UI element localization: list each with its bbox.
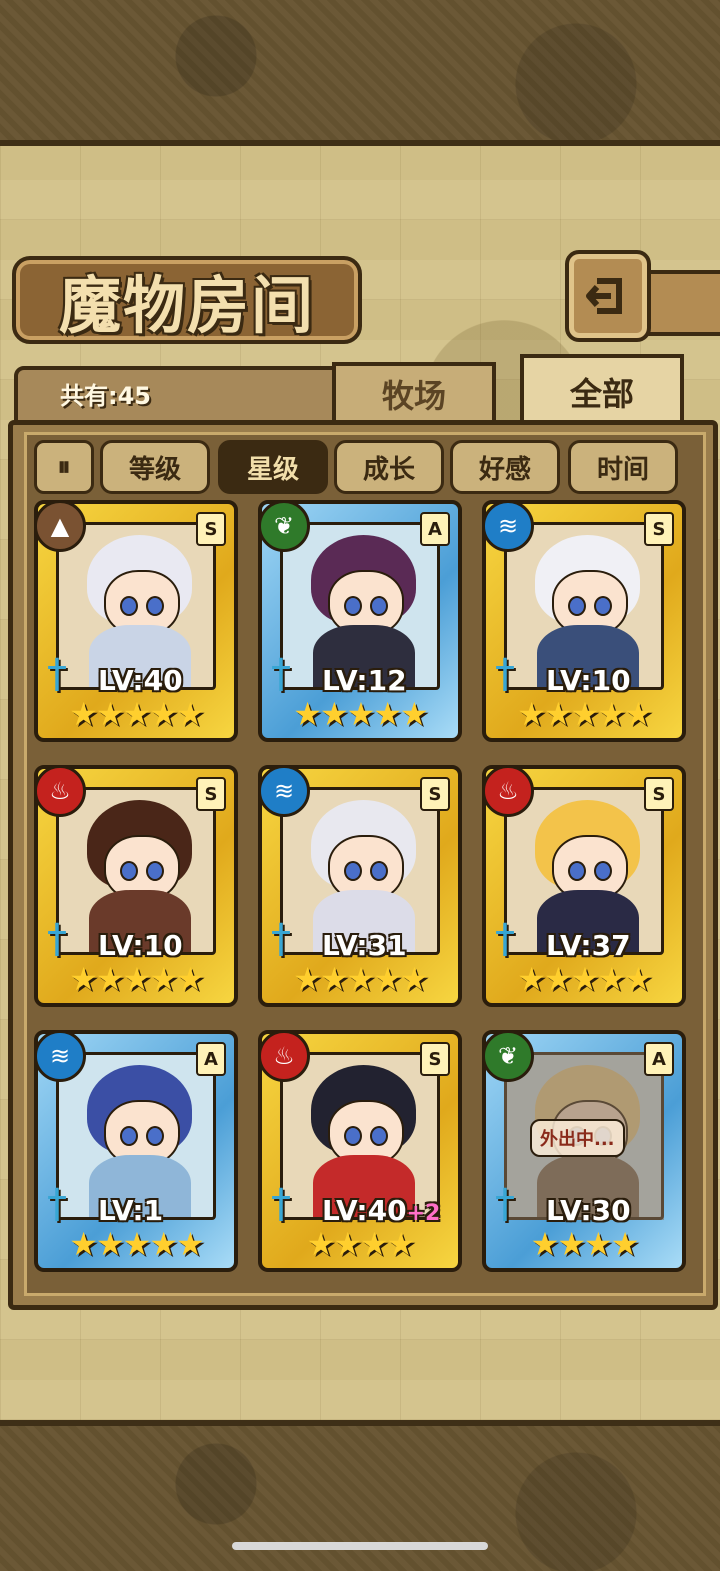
monster-eye xyxy=(146,861,164,881)
monster-card[interactable]: ≋ A † LV:1 ★★★★★ xyxy=(34,1030,238,1272)
sort-level-button[interactable]: 等级 xyxy=(100,440,210,494)
level-value: LV:10 xyxy=(546,664,631,697)
monster-card[interactable]: ▲ S † LV:40 ★★★★★ xyxy=(34,500,238,742)
monster-eye xyxy=(344,1126,362,1146)
rank-badge: A xyxy=(196,1042,226,1076)
level-value: LV:37 xyxy=(546,929,631,962)
mountain-icon: ▲ xyxy=(34,500,86,552)
sort-star-label: 星级 xyxy=(246,454,299,485)
monster-eye xyxy=(594,596,612,616)
return-arrow-icon xyxy=(586,278,622,314)
monster-card[interactable]: ≋ S † LV:10 ★★★★★ xyxy=(482,500,686,742)
tab-ranch-label: 牧场 xyxy=(381,377,446,415)
star-rating: ★★★★ xyxy=(530,1225,640,1263)
flame-icon: ♨ xyxy=(482,765,534,817)
monster-eye xyxy=(568,596,586,616)
rank-badge: S xyxy=(644,777,674,811)
monster-card[interactable]: ≋ S † LV:31 ★★★★★ xyxy=(258,765,462,1007)
star-rating: ★★★★★ xyxy=(517,960,652,998)
star-rating: ★★★★★ xyxy=(517,695,652,733)
top-background xyxy=(0,0,720,146)
sort-time-button[interactable]: 时间 xyxy=(568,440,678,494)
monster-eye xyxy=(370,1126,388,1146)
monster-eye xyxy=(594,861,612,881)
star-rating: ★★★★★ xyxy=(293,695,428,733)
level-label: LV:40 xyxy=(98,664,183,697)
wave-icon: ≋ xyxy=(34,1030,86,1082)
level-value: LV:1 xyxy=(98,1194,164,1227)
level-label: LV:31 xyxy=(322,929,407,962)
sort-growth-button[interactable]: 成长 xyxy=(334,440,444,494)
flame-icon: ♨ xyxy=(34,765,86,817)
level-bonus: +2 xyxy=(406,1201,441,1226)
monster-eye xyxy=(120,861,138,881)
level-value: LV:31 xyxy=(322,929,407,962)
rank-badge: S xyxy=(420,777,450,811)
leaf-icon: ❦ xyxy=(258,500,310,552)
monster-card[interactable]: ♨ S † LV:10 ★★★★★ xyxy=(34,765,238,1007)
star-rating: ★★★★★ xyxy=(69,1225,204,1263)
monster-eye xyxy=(568,861,586,881)
back-bar xyxy=(643,270,720,336)
level-label: LV:37 xyxy=(546,929,631,962)
tab-ranch[interactable]: 牧场 xyxy=(332,362,496,422)
rank-badge: A xyxy=(644,1042,674,1076)
level-label: LV:30 xyxy=(546,1194,631,1227)
level-label: LV:10 xyxy=(546,664,631,697)
level-value: LV:40 xyxy=(98,664,183,697)
monster-card[interactable]: ♨ S † LV:37 ★★★★★ xyxy=(482,765,686,1007)
rank-badge: S xyxy=(196,777,226,811)
tab-all[interactable]: 全部 xyxy=(520,354,684,426)
star-rating: ★★★★★ xyxy=(69,695,204,733)
level-value: LV:12 xyxy=(322,664,407,697)
level-label: LV:10 xyxy=(98,929,183,962)
flame-icon: ♨ xyxy=(258,1030,310,1082)
star-rating: ★★★★★ xyxy=(293,960,428,998)
monster-card[interactable]: 外出中... ❦ A † LV:30 ★★★★ xyxy=(482,1030,686,1272)
star-rating: ★★★★ xyxy=(306,1225,416,1263)
wave-icon: ≋ xyxy=(482,500,534,552)
away-status: 外出中... xyxy=(530,1119,625,1157)
rank-badge: S xyxy=(196,512,226,546)
leaf-icon: ❦ xyxy=(482,1030,534,1082)
level-value: LV:40 xyxy=(322,1194,407,1227)
home-indicator[interactable] xyxy=(232,1542,488,1550)
level-label: LV:40+2 xyxy=(322,1194,440,1227)
star-rating: ★★★★★ xyxy=(69,960,204,998)
wave-icon: ≋ xyxy=(258,765,310,817)
monster-eye xyxy=(344,861,362,881)
page-title: 魔物房间 xyxy=(58,269,315,342)
title-plate: 魔物房间 xyxy=(12,256,362,344)
sort-order-icon: ⏸ xyxy=(57,451,71,482)
level-value: LV:10 xyxy=(98,929,183,962)
monster-eye xyxy=(146,596,164,616)
level-value: LV:30 xyxy=(546,1194,631,1227)
rank-badge: A xyxy=(420,512,450,546)
back-button[interactable] xyxy=(565,250,651,342)
monster-eye xyxy=(344,596,362,616)
sort-level-label: 等级 xyxy=(128,454,181,485)
monster-card[interactable]: ❦ A † LV:12 ★★★★★ xyxy=(258,500,462,742)
sort-affection-label: 好感 xyxy=(478,454,531,485)
monster-eye xyxy=(370,596,388,616)
level-label: LV:1 xyxy=(98,1194,163,1227)
rank-badge: S xyxy=(644,512,674,546)
monster-card[interactable]: ♨ S † LV:40+2 ★★★★ xyxy=(258,1030,462,1272)
level-label: LV:12 xyxy=(322,664,407,697)
monster-eye xyxy=(120,1126,138,1146)
sort-growth-label: 成长 xyxy=(362,454,415,485)
monster-eye xyxy=(120,596,138,616)
sort-order-toggle[interactable]: ⏸ xyxy=(34,440,94,494)
monster-eye xyxy=(370,861,388,881)
monster-eye xyxy=(146,1126,164,1146)
tab-all-label: 全部 xyxy=(569,375,634,413)
sort-star-button[interactable]: 星级 xyxy=(218,440,328,494)
sort-affection-button[interactable]: 好感 xyxy=(450,440,560,494)
sort-time-label: 时间 xyxy=(596,454,649,485)
monster-count: 共有:45 xyxy=(60,382,151,410)
rank-badge: S xyxy=(420,1042,450,1076)
